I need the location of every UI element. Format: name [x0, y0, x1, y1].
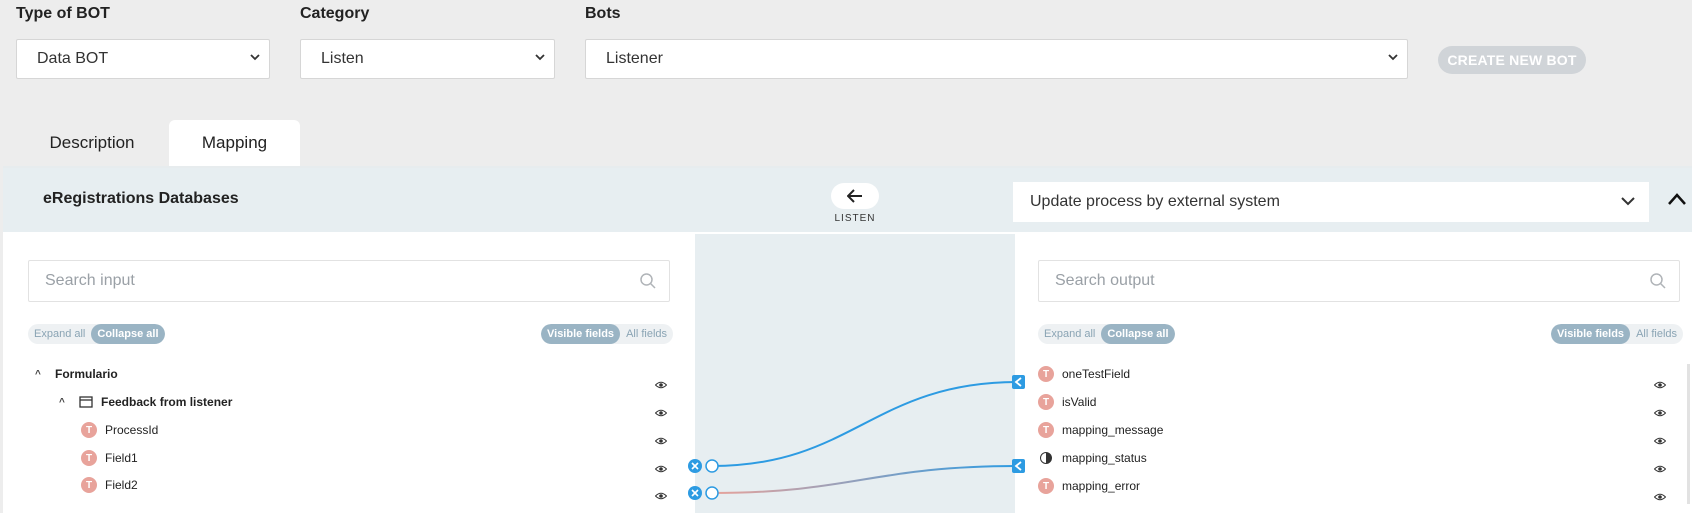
- category-label: Category: [300, 5, 370, 22]
- connector-target-onetestfield[interactable]: [1012, 375, 1025, 389]
- mapping-panel: eRegistrations Databases LISTEN Update p…: [3, 166, 1692, 513]
- output-scrollbar[interactable]: [1687, 364, 1690, 504]
- bot-filter-bar: Type of BOT Data BOT Category Listen Bot…: [0, 0, 1692, 118]
- tab-description[interactable]: Description: [18, 120, 166, 166]
- bots-label: Bots: [585, 5, 621, 22]
- category-select[interactable]: Listen: [300, 39, 555, 79]
- chevron-down-icon: [250, 54, 260, 61]
- connection-line-field1-onetestfield[interactable]: [711, 381, 1019, 467]
- category-value: Listen: [321, 50, 364, 67]
- tab-mapping[interactable]: Mapping: [169, 120, 300, 166]
- create-new-bot-button[interactable]: CREATE NEW BOT: [1438, 46, 1586, 74]
- connection-line-field2-mapping-status[interactable]: [711, 465, 1019, 494]
- mapping-connections: [688, 375, 1025, 500]
- remove-mapping-field2-button[interactable]: [688, 486, 702, 500]
- bots-value: Listener: [606, 50, 663, 67]
- chevron-down-icon: [535, 54, 545, 61]
- remove-mapping-field1-button[interactable]: [688, 459, 702, 473]
- chevron-down-icon: [1388, 54, 1398, 61]
- type-of-bot-select[interactable]: Data BOT: [16, 39, 270, 79]
- connector-handle-field2[interactable]: [705, 486, 719, 500]
- connector-handle-field1[interactable]: [705, 459, 719, 473]
- type-of-bot-value: Data BOT: [37, 50, 109, 67]
- connector-target-mapping-status[interactable]: [1012, 459, 1025, 473]
- bots-select[interactable]: Listener: [585, 39, 1408, 79]
- type-of-bot-label: Type of BOT: [16, 5, 110, 22]
